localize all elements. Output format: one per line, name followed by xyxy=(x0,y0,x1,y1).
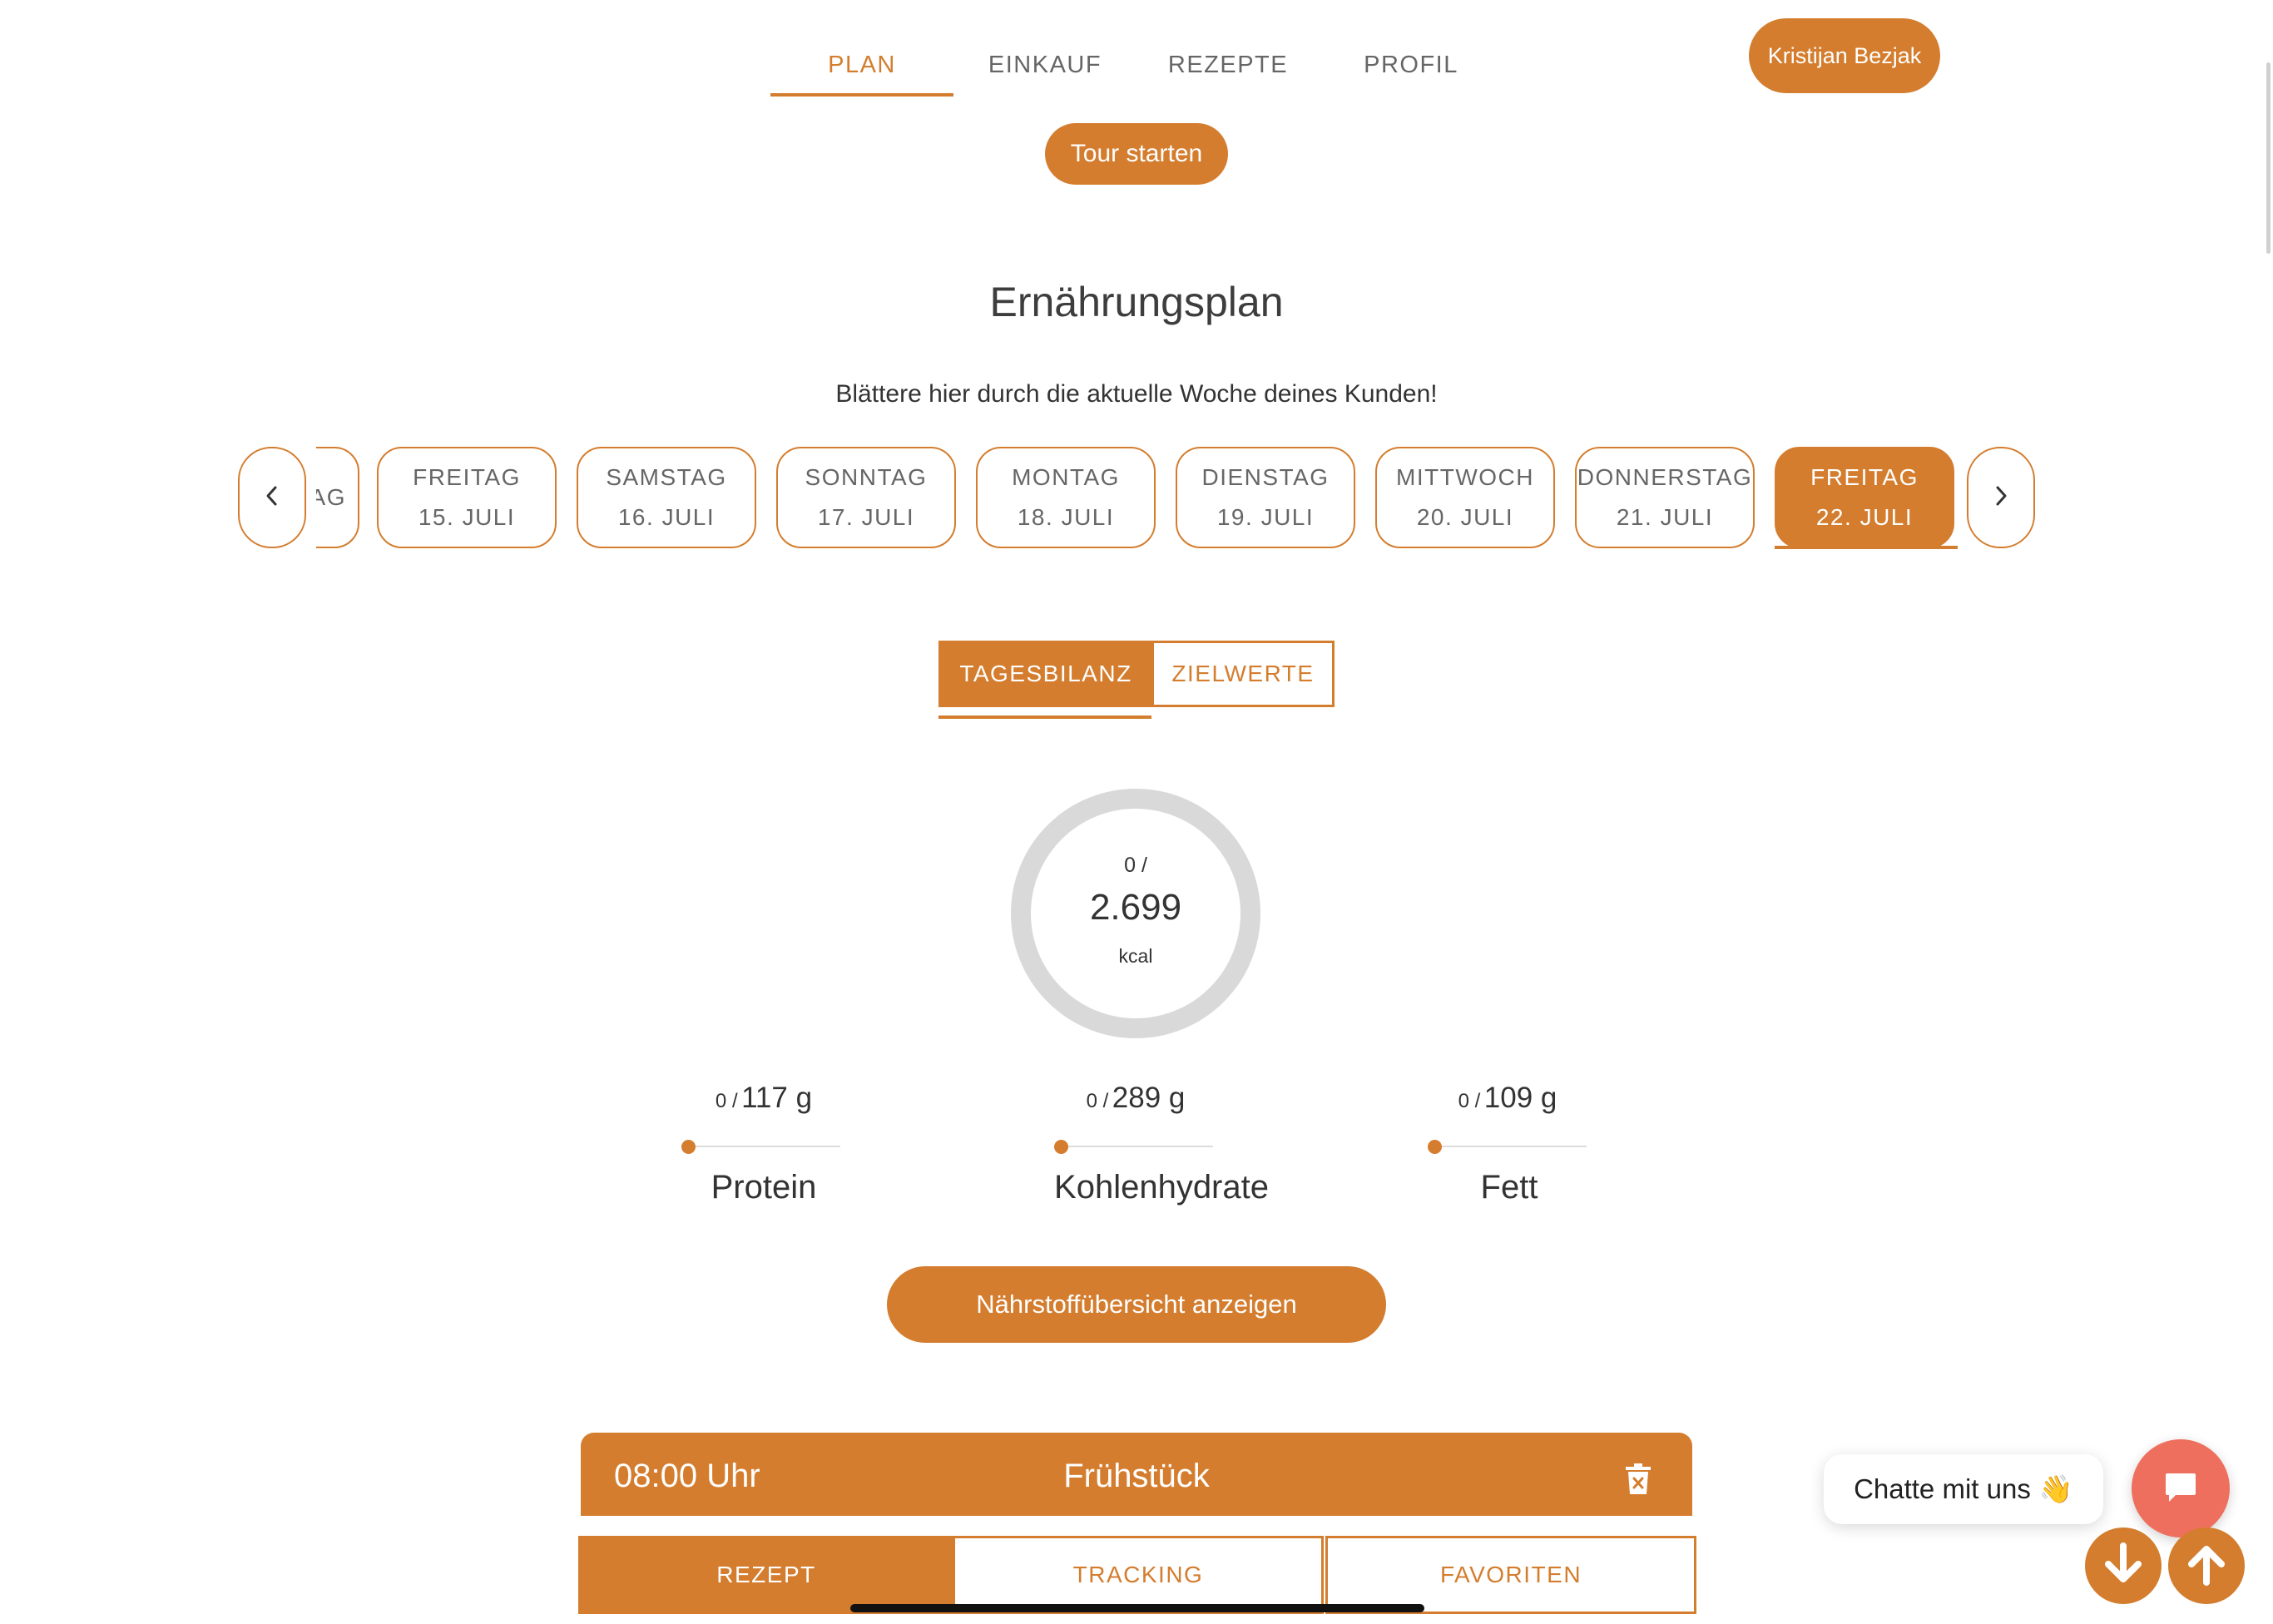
tab-targets[interactable]: ZIELWERTE xyxy=(1151,641,1335,707)
page-title: Ernährungsplan xyxy=(989,279,1284,325)
day-weekday: FREITAG xyxy=(413,464,521,490)
day-weekday: SONNTAG xyxy=(805,464,928,490)
day-date: 21. JULI xyxy=(1616,504,1714,530)
meal-name: Frühstück xyxy=(1063,1458,1210,1494)
day-date: 18. JULI xyxy=(1017,504,1115,530)
protein-progress-track xyxy=(688,1146,840,1147)
carbs-progress-track xyxy=(1061,1146,1213,1147)
meal-header: 08:00 Uhr Frühstück xyxy=(581,1433,1692,1516)
day-date: 17. JULI xyxy=(817,504,915,530)
carbs-target: 289 g xyxy=(1112,1082,1186,1114)
day-weekday: MITTWOCH xyxy=(1396,464,1534,490)
active-tab-indicator xyxy=(770,93,953,97)
protein-label: Protein xyxy=(711,1169,817,1206)
day-weekday: TAG xyxy=(316,484,346,510)
chevron-left-icon xyxy=(263,484,281,512)
arrow-up-icon xyxy=(2181,1539,2231,1593)
fat-target: 109 g xyxy=(1483,1082,1557,1114)
day-weekday: MONTAG xyxy=(1012,464,1120,490)
scroll-up-button[interactable] xyxy=(2168,1527,2245,1604)
day-date: 22. JULI xyxy=(1815,504,1914,530)
delete-meal-button[interactable] xyxy=(1624,1463,1652,1496)
prev-day-button[interactable] xyxy=(238,447,306,548)
fat-progress-dot xyxy=(1428,1140,1442,1154)
calorie-unit: kcal xyxy=(1118,945,1153,967)
day-date: 15. JULI xyxy=(418,504,516,530)
wave-hand-icon: 👋 xyxy=(2038,1473,2073,1504)
protein-value: 0 / 117 g xyxy=(639,1082,889,1115)
day-weekday: DIENSTAG xyxy=(1201,464,1330,490)
chat-label: Chatte mit uns xyxy=(1854,1473,2031,1504)
carbs-label: Kohlenhydrate xyxy=(1054,1169,1269,1206)
scroll-down-button[interactable] xyxy=(2085,1527,2162,1604)
day-card[interactable]: MONTAG 18. JULI xyxy=(976,447,1156,548)
page-scrollbar[interactable] xyxy=(2266,62,2271,254)
tab-rezepte[interactable]: REZEPTE xyxy=(1136,33,1320,97)
day-date: 19. JULI xyxy=(1216,504,1315,530)
fat-progress-track xyxy=(1434,1146,1587,1147)
next-day-button[interactable] xyxy=(1967,447,2035,548)
chevron-right-icon xyxy=(1992,484,2010,512)
day-card[interactable]: DIENSTAG 19. JULI xyxy=(1176,447,1355,548)
fat-current: 0 / xyxy=(1458,1090,1481,1112)
day-weekday: FREITAG xyxy=(1810,464,1919,490)
day-weekday: DONNERSTAG xyxy=(1577,464,1753,490)
tab-recipe[interactable]: REZEPT xyxy=(578,1536,954,1614)
day-date: 16. JULI xyxy=(617,504,716,530)
chat-icon xyxy=(2162,1468,2199,1509)
arrow-down-icon xyxy=(2098,1539,2148,1593)
day-card-partial[interactable]: TAG xyxy=(316,447,359,548)
tour-start-button[interactable]: Tour starten xyxy=(1045,123,1228,185)
tab-plan[interactable]: PLAN xyxy=(770,33,953,97)
summary-tab-indicator xyxy=(938,715,1151,719)
fat-label: Fett xyxy=(1480,1169,1538,1206)
tab-einkauf[interactable]: EINKAUF xyxy=(953,33,1136,97)
protein-progress-dot xyxy=(681,1140,696,1154)
calorie-current: 0 / xyxy=(1124,854,1147,877)
calorie-target: 2.699 xyxy=(1089,887,1182,928)
tab-favorites[interactable]: FAVORITEN xyxy=(1325,1536,1696,1614)
day-card[interactable]: SAMSTAG 16. JULI xyxy=(577,447,756,548)
tab-daily-balance[interactable]: TAGESBILANZ xyxy=(938,641,1153,707)
day-card[interactable]: SONNTAG 17. JULI xyxy=(776,447,956,548)
tab-tracking[interactable]: TRACKING xyxy=(953,1536,1324,1614)
fat-value: 0 / 109 g xyxy=(1383,1082,1632,1115)
open-chat-button[interactable] xyxy=(2132,1439,2230,1537)
day-card[interactable]: DONNERSTAG 21. JULI xyxy=(1575,447,1755,548)
page-subtitle: Blättere hier durch die aktuelle Woche d… xyxy=(835,380,1438,408)
user-profile-button[interactable]: Kristijan Bezjak xyxy=(1749,18,1940,93)
protein-current: 0 / xyxy=(715,1090,738,1112)
chat-bubble[interactable]: Chatte mit uns 👋 xyxy=(1824,1454,2103,1524)
carbs-progress-dot xyxy=(1054,1140,1068,1154)
home-indicator xyxy=(850,1604,1424,1612)
day-card[interactable]: FREITAG 15. JULI xyxy=(377,447,557,548)
selected-day-indicator xyxy=(1775,546,1958,549)
day-card-selected[interactable]: FREITAG 22. JULI xyxy=(1775,447,1954,548)
carbs-value: 0 / 289 g xyxy=(1011,1082,1260,1115)
day-card[interactable]: MITTWOCH 20. JULI xyxy=(1375,447,1555,548)
day-weekday: SAMSTAG xyxy=(606,464,727,490)
day-date: 20. JULI xyxy=(1416,504,1514,530)
protein-target: 117 g xyxy=(741,1082,813,1114)
trash-icon xyxy=(1624,1463,1652,1499)
tab-profil[interactable]: PROFIL xyxy=(1320,33,1503,97)
carbs-current: 0 / xyxy=(1086,1090,1109,1112)
nutrient-overview-button[interactable]: Nährstoffübersicht anzeigen xyxy=(887,1266,1386,1343)
